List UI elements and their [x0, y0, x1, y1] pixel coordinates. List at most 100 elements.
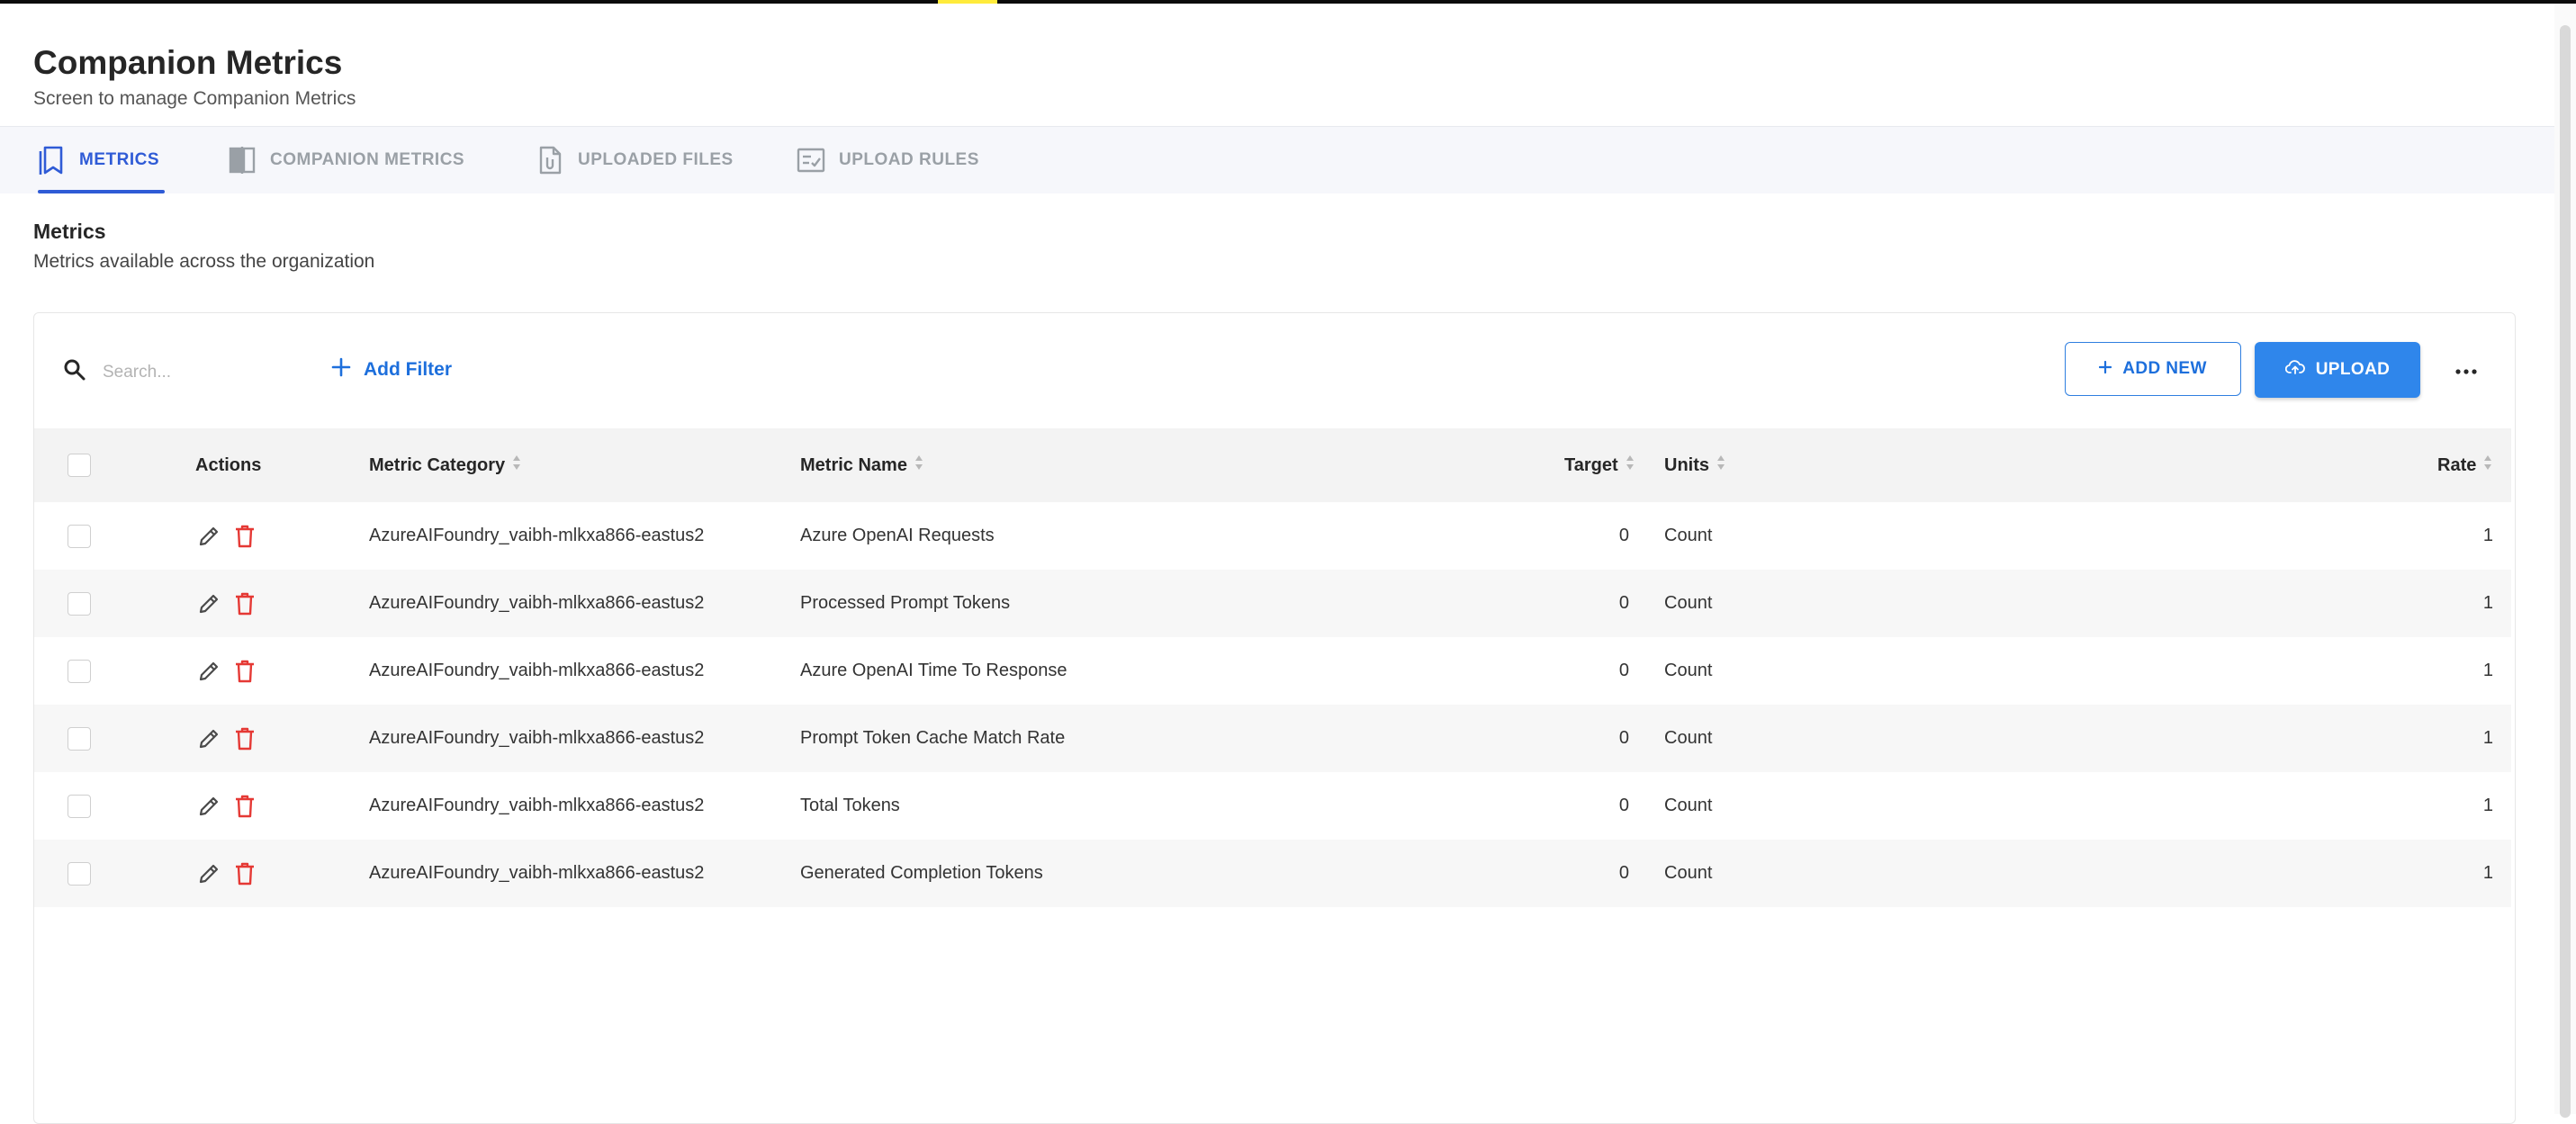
add-new-button[interactable]: ADD NEW	[2065, 342, 2241, 396]
row-actions	[197, 502, 255, 570]
row-checkbox[interactable]	[68, 794, 91, 818]
top-loading-bar	[0, 0, 2576, 4]
cell-units: Count	[1664, 593, 1713, 613]
cell-rate: 1	[2482, 728, 2493, 748]
cell-rate: 1	[2482, 593, 2493, 613]
cell-rate: 1	[2482, 863, 2493, 883]
page-scrollbar[interactable]	[2554, 4, 2576, 1118]
row-actions	[197, 705, 255, 772]
cell-units: Count	[1664, 863, 1713, 883]
column-header-name-label: Metric Name	[800, 454, 907, 475]
select-all-checkbox[interactable]	[68, 454, 91, 477]
page-title: Companion Metrics	[33, 44, 343, 81]
cell-name: Azure OpenAI Time To Response	[800, 661, 1067, 680]
search-input[interactable]	[101, 361, 284, 383]
tab-bar: METRICS COMPANION METRICS UPLOADED FILES…	[0, 126, 2554, 193]
cell-name: Total Tokens	[800, 796, 900, 815]
column-header-category-label: Metric Category	[369, 454, 506, 475]
table-row: AzureAIFoundry_vaibh-mlkxa866-eastus2 Pr…	[34, 705, 2511, 772]
cell-units: Count	[1664, 661, 1713, 680]
tab-metrics[interactable]: METRICS	[36, 127, 165, 193]
row-actions	[197, 840, 255, 907]
metrics-card: Add Filter ADD NEW UPLOAD Actions Metric…	[33, 312, 2516, 1124]
cell-name: Processed Prompt Tokens	[800, 593, 1011, 613]
column-header-category[interactable]: Metric Category	[369, 428, 521, 502]
edit-pencil-icon[interactable]	[197, 592, 221, 616]
cell-target: 0	[1618, 728, 1629, 748]
loading-indicator	[938, 0, 997, 4]
row-select-cell	[68, 502, 91, 570]
more-horizontal-icon	[2455, 363, 2477, 379]
cell-category: AzureAIFoundry_vaibh-mlkxa866-eastus2	[369, 728, 705, 748]
tab-upload-rules[interactable]: UPLOAD RULES	[796, 127, 979, 193]
edit-pencil-icon[interactable]	[197, 660, 221, 683]
row-checkbox[interactable]	[68, 524, 91, 548]
table-header-row: Actions Metric Category Metric Name Targ…	[34, 428, 2511, 502]
tab-companion-metrics-label: COMPANION METRICS	[270, 150, 465, 169]
more-options-button[interactable]	[2448, 353, 2484, 389]
plus-icon	[2099, 359, 2112, 379]
metrics-table: Actions Metric Category Metric Name Targ…	[34, 428, 2511, 907]
row-checkbox[interactable]	[68, 861, 91, 886]
tab-uploaded-files-label: UPLOADED FILES	[578, 150, 734, 169]
row-select-cell	[68, 570, 91, 637]
cell-name: Generated Completion Tokens	[800, 863, 1043, 883]
add-new-label: ADD NEW	[2122, 359, 2207, 378]
compare-icon	[227, 145, 257, 175]
row-actions	[197, 772, 255, 840]
delete-trash-icon[interactable]	[235, 727, 255, 751]
edit-pencil-icon[interactable]	[197, 525, 221, 548]
edit-pencil-icon[interactable]	[197, 727, 221, 751]
active-tab-indicator	[38, 190, 165, 193]
row-checkbox[interactable]	[68, 591, 91, 616]
cell-name: Azure OpenAI Requests	[800, 526, 995, 545]
delete-trash-icon[interactable]	[235, 592, 255, 616]
cell-rate: 1	[2482, 661, 2493, 680]
row-actions	[197, 637, 255, 705]
section-subtitle: Metrics available across the organizatio…	[33, 251, 375, 272]
upload-label: UPLOAD	[2315, 360, 2391, 379]
row-select-cell	[68, 840, 91, 907]
cell-target: 0	[1618, 661, 1629, 680]
checklist-icon	[796, 145, 826, 175]
page-subtitle: Screen to manage Companion Metrics	[33, 88, 356, 109]
edit-pencil-icon[interactable]	[197, 795, 221, 818]
file-attachment-icon	[535, 145, 565, 175]
search-box	[63, 358, 284, 386]
row-checkbox[interactable]	[68, 659, 91, 683]
delete-trash-icon[interactable]	[235, 525, 255, 548]
upload-button[interactable]: UPLOAD	[2255, 342, 2420, 398]
column-header-rate[interactable]: Rate	[2437, 428, 2492, 502]
cell-target: 0	[1618, 526, 1629, 545]
delete-trash-icon[interactable]	[235, 660, 255, 683]
cell-name: Prompt Token Cache Match Rate	[800, 728, 1066, 748]
scrollbar-thumb[interactable]	[2560, 25, 2571, 1118]
table-row: AzureAIFoundry_vaibh-mlkxa866-eastus2 Az…	[34, 637, 2511, 705]
column-header-target[interactable]: Target	[1564, 428, 1635, 502]
delete-trash-icon[interactable]	[235, 862, 255, 886]
column-header-name[interactable]: Metric Name	[800, 428, 923, 502]
cell-rate: 1	[2482, 526, 2493, 545]
section-title: Metrics	[33, 220, 106, 243]
column-header-units[interactable]: Units	[1664, 428, 1725, 502]
cell-units: Count	[1664, 526, 1713, 545]
cloud-upload-icon	[2284, 359, 2305, 381]
tab-uploaded-files[interactable]: UPLOADED FILES	[535, 127, 734, 193]
table-row: AzureAIFoundry_vaibh-mlkxa866-eastus2 Ge…	[34, 840, 2511, 907]
bookmarks-icon	[36, 145, 67, 175]
edit-pencil-icon[interactable]	[197, 862, 221, 886]
sort-icon	[1626, 454, 1635, 476]
sort-icon	[2483, 454, 2492, 476]
sort-icon	[914, 454, 923, 476]
plus-icon	[331, 357, 351, 382]
add-filter-label: Add Filter	[364, 359, 452, 380]
tab-companion-metrics[interactable]: COMPANION METRICS	[227, 127, 464, 193]
cell-units: Count	[1664, 728, 1713, 748]
row-checkbox[interactable]	[68, 726, 91, 751]
table-row: AzureAIFoundry_vaibh-mlkxa866-eastus2 Pr…	[34, 570, 2511, 637]
delete-trash-icon[interactable]	[235, 795, 255, 818]
tab-metrics-label: METRICS	[79, 150, 159, 169]
add-filter-button[interactable]: Add Filter	[331, 354, 452, 386]
search-icon	[63, 358, 86, 386]
column-header-target-label: Target	[1564, 454, 1618, 475]
